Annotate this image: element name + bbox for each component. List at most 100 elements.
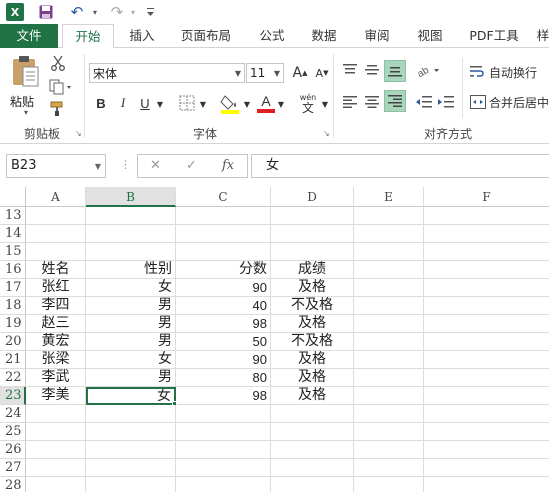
align-center-icon[interactable] [362, 92, 382, 112]
cell-e[interactable] [354, 477, 424, 492]
row-header[interactable]: 26 [0, 441, 26, 459]
cell-a[interactable]: 张红 [26, 279, 86, 297]
cell-b[interactable] [86, 207, 176, 225]
align-left-icon[interactable] [340, 92, 360, 112]
row-header[interactable]: 16 [0, 261, 26, 279]
cell-e[interactable] [354, 261, 424, 279]
cell-e[interactable] [354, 369, 424, 387]
cell-e[interactable] [354, 423, 424, 441]
cell-f[interactable] [424, 387, 549, 405]
row-header[interactable]: 19 [0, 315, 26, 333]
cell-d[interactable]: 不及格 [271, 297, 354, 315]
clipboard-launcher-icon[interactable]: ↘ [75, 129, 82, 138]
cell-e[interactable] [354, 405, 424, 423]
underline-button[interactable]: U [136, 93, 154, 113]
cell-d[interactable] [271, 243, 354, 261]
cell-e[interactable] [354, 351, 424, 369]
copy-icon[interactable] [48, 78, 74, 96]
tab-home[interactable]: 开始 [62, 24, 114, 49]
cell-a[interactable]: 李武 [26, 369, 86, 387]
merge-center-button[interactable]: 合并后居中 [470, 92, 549, 112]
row-header[interactable]: 27 [0, 459, 26, 477]
cell-a[interactable] [26, 225, 86, 243]
cell-c[interactable] [176, 405, 271, 423]
cell-b[interactable] [86, 423, 176, 441]
cell-b[interactable]: 男 [86, 333, 176, 351]
cell-e[interactable] [354, 279, 424, 297]
cell-c[interactable]: 40 [176, 297, 271, 315]
paste-dropdown-icon[interactable]: ▾ [24, 108, 28, 117]
enter-icon[interactable]: ✓ [186, 158, 197, 173]
cell-d[interactable]: 及格 [271, 315, 354, 333]
cancel-icon[interactable]: ✕ [150, 158, 161, 173]
borders-dropdown-icon[interactable]: ▼ [198, 97, 208, 111]
cell-a[interactable] [26, 243, 86, 261]
cell-a[interactable] [26, 405, 86, 423]
cell-c[interactable] [176, 423, 271, 441]
tab-data[interactable]: 数据 [304, 24, 344, 48]
cell-f[interactable] [424, 315, 549, 333]
cell-b[interactable]: 女 [86, 279, 176, 297]
insert-function-icon[interactable]: fx [222, 158, 234, 173]
cell-e[interactable] [354, 441, 424, 459]
align-top-icon[interactable] [340, 60, 360, 80]
tab-view[interactable]: 视图 [410, 24, 450, 48]
row-header[interactable]: 20 [0, 333, 26, 351]
cell-f[interactable] [424, 405, 549, 423]
name-box[interactable]: B23 ▼ [6, 154, 106, 178]
cell-d[interactable] [271, 207, 354, 225]
fill-color-dropdown-icon[interactable]: ▼ [242, 97, 252, 111]
cell-f[interactable] [424, 207, 549, 225]
cell-a[interactable]: 张梁 [26, 351, 86, 369]
cell-b[interactable]: 女 [86, 351, 176, 369]
column-header-f[interactable]: F [424, 187, 549, 207]
row-header[interactable]: 25 [0, 423, 26, 441]
format-painter-icon[interactable] [48, 100, 68, 118]
cell-c[interactable] [176, 243, 271, 261]
tab-pdf-tools[interactable]: PDF工具 [466, 24, 522, 48]
tab-page-layout[interactable]: 页面布局 [174, 24, 238, 48]
cell-f[interactable] [424, 351, 549, 369]
cell-e[interactable] [354, 243, 424, 261]
cell-d[interactable]: 及格 [271, 351, 354, 369]
cell-c[interactable] [176, 477, 271, 492]
cell-c[interactable] [176, 225, 271, 243]
borders-icon[interactable] [176, 93, 198, 113]
cell-b[interactable]: 男 [86, 297, 176, 315]
cell-a[interactable]: 李美 [26, 387, 86, 405]
decrease-font-size-button[interactable]: A ▼ [312, 63, 332, 83]
save-icon[interactable] [38, 3, 54, 21]
row-header[interactable]: 13 [0, 207, 26, 225]
align-right-icon[interactable] [384, 90, 406, 112]
cell-d[interactable] [271, 423, 354, 441]
align-bottom-icon[interactable] [384, 60, 406, 82]
row-header[interactable]: 24 [0, 405, 26, 423]
cell-f[interactable] [424, 423, 549, 441]
cell-e[interactable] [354, 207, 424, 225]
cell-b[interactable]: 性别 [86, 261, 176, 279]
cell-a[interactable] [26, 459, 86, 477]
cell-c[interactable]: 分数 [176, 261, 271, 279]
cell-c[interactable] [176, 459, 271, 477]
align-middle-icon[interactable] [362, 60, 382, 80]
cell-c[interactable]: 50 [176, 333, 271, 351]
cell-a[interactable] [26, 207, 86, 225]
cell-a[interactable]: 黄宏 [26, 333, 86, 351]
cut-icon[interactable] [48, 54, 68, 72]
cell-e[interactable] [354, 333, 424, 351]
bold-button[interactable]: B [92, 93, 110, 113]
wrap-text-button[interactable]: 自动换行 [470, 62, 549, 82]
cell-b[interactable]: 男 [86, 315, 176, 333]
column-header-a[interactable]: A [26, 187, 86, 207]
cell-d[interactable] [271, 459, 354, 477]
cell-c[interactable] [176, 207, 271, 225]
tab-insert[interactable]: 插入 [122, 24, 162, 48]
italic-button[interactable]: I [114, 93, 132, 113]
cell-f[interactable] [424, 225, 549, 243]
cell-b[interactable] [86, 441, 176, 459]
cell-d[interactable]: 成绩 [271, 261, 354, 279]
column-header-d[interactable]: D [271, 187, 354, 207]
tab-review[interactable]: 审阅 [357, 24, 397, 48]
cell-e[interactable] [354, 315, 424, 333]
row-header[interactable]: 21 [0, 351, 26, 369]
